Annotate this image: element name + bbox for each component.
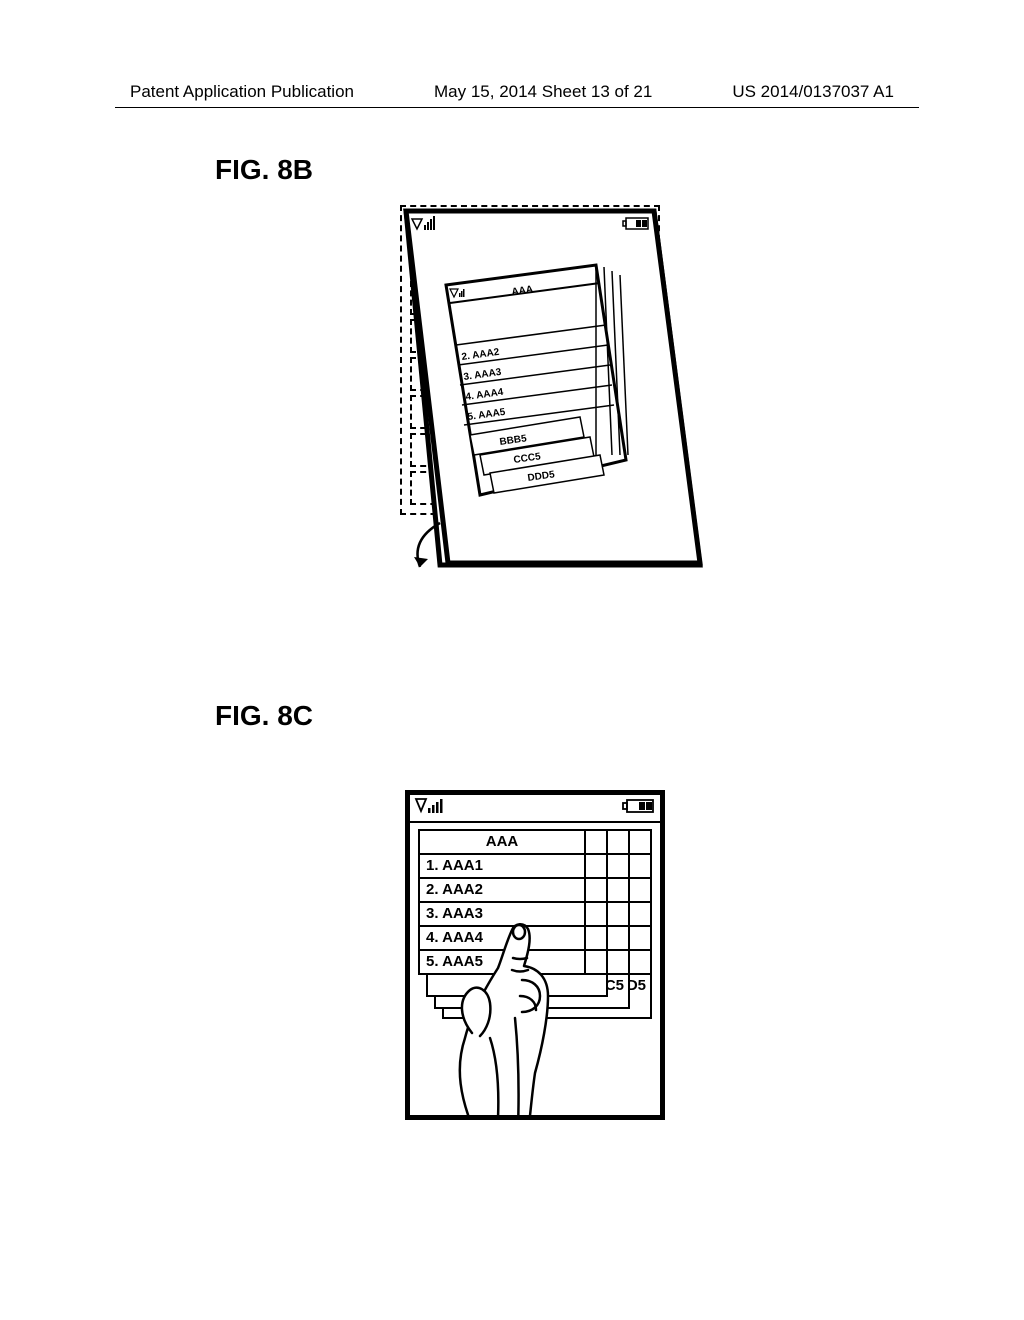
page-header: Patent Application Publication May 15, 2… <box>0 82 1024 102</box>
signal-icon <box>414 796 450 821</box>
list-item[interactable]: 1. AAA1 <box>420 855 584 879</box>
list-item[interactable]: 2. AAA2 <box>420 879 584 903</box>
hand-icon <box>420 918 590 1115</box>
figure-8b: AAA 2. AAA2 3. AAA3 4. AAA4 5. AAA5 BBB5… <box>400 205 700 575</box>
cards-area: DD5 C5 BBB AAA 1. AAA1 2. AAA2 3. AAA3 4… <box>410 823 660 1115</box>
fig8b-svg: AAA 2. AAA2 3. AAA3 4. AAA4 5. AAA5 BBB5… <box>400 205 700 585</box>
battery-icon <box>622 797 656 820</box>
figure-8c-device: DD5 C5 BBB AAA 1. AAA1 2. AAA2 3. AAA3 4… <box>405 790 665 1120</box>
header-right: US 2014/0137037 A1 <box>732 82 894 102</box>
figure-label-8c: FIG. 8C <box>215 700 313 732</box>
header-mid: May 15, 2014 Sheet 13 of 21 <box>434 82 652 102</box>
header-left: Patent Application Publication <box>130 82 354 102</box>
header-rule <box>115 107 919 108</box>
inner-panel: AAA 2. AAA2 3. AAA3 4. AAA4 5. AAA5 BBB5… <box>446 265 628 495</box>
figure-label-8b: FIG. 8B <box>215 154 313 186</box>
card-aaa-title: AAA <box>420 831 584 855</box>
status-bar <box>410 795 660 823</box>
